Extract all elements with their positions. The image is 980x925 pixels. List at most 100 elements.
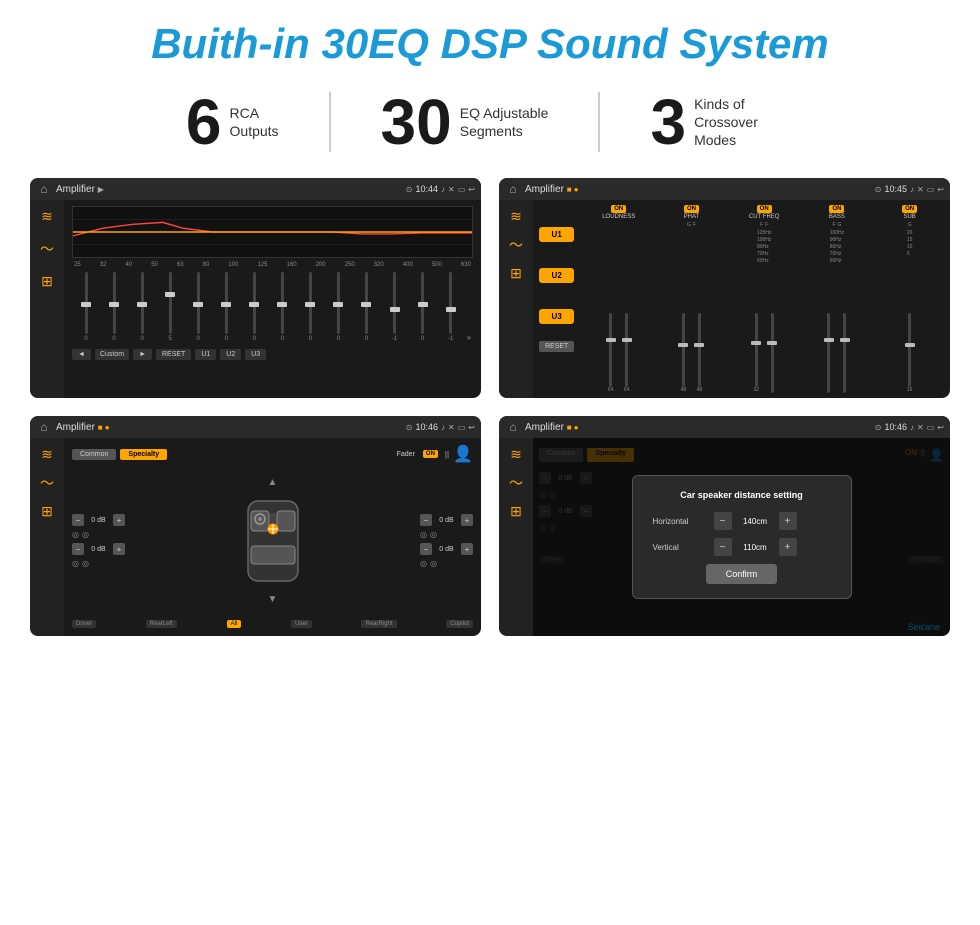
rr-plus[interactable]: + [461, 543, 473, 555]
wave-icon-2[interactable]: 〜 [509, 235, 523, 255]
copilot-btn[interactable]: Copilot [446, 620, 473, 628]
eq-slider-1[interactable]: 0 [74, 272, 98, 342]
eq-slider-5[interactable]: 0 [186, 272, 210, 342]
wave-icon[interactable]: 〜 [40, 239, 54, 259]
screen2-content: ≋ 〜 ⊞ U1 U2 U3 [499, 200, 950, 398]
back-icon-4[interactable]: ↩ [937, 423, 944, 432]
fl-minus[interactable]: − [72, 514, 84, 526]
cutfreq-on[interactable]: ON [757, 205, 772, 213]
freq-320: 320 [374, 262, 384, 268]
car-center: ▲ [131, 477, 414, 605]
home-icon[interactable]: ⌂ [36, 181, 52, 197]
wave-icon-4[interactable]: 〜 [509, 473, 523, 493]
vertical-minus[interactable]: − [714, 538, 732, 556]
screen-ux-amplifier: ⌂ Amplifier ■ ● ⊙ 10:45 ♪ ✕ ▭ ↩ ≋ 〜 [499, 178, 950, 398]
back-icon[interactable]: ↩ [468, 185, 475, 194]
back-icon-2[interactable]: ↩ [937, 185, 944, 194]
eq-slider-7[interactable]: 0 [242, 272, 266, 342]
reset-btn-2[interactable]: RESET [539, 341, 574, 352]
eq-slider-4[interactable]: 5 [158, 272, 182, 342]
eq-slider-9[interactable]: 0 [298, 272, 322, 342]
vertical-plus[interactable]: + [779, 538, 797, 556]
fr-plus[interactable]: + [461, 514, 473, 526]
rearright-btn[interactable]: RearRight [361, 620, 396, 628]
custom-label: Custom [95, 349, 129, 360]
loudness-slider-1[interactable]: 64 [605, 313, 617, 393]
loudness-slider-2[interactable]: 64 [621, 313, 633, 393]
u1-button[interactable]: U1 [195, 349, 216, 360]
eq-icon[interactable]: ≋ [41, 208, 53, 225]
rl-db-row: − 0 dB + [72, 543, 125, 555]
cutfreq-slider-1[interactable]: 32 [750, 313, 762, 393]
crossover-icon-3[interactable]: ⊞ [41, 503, 53, 520]
crossover-icon-2[interactable]: ⊞ [510, 265, 522, 282]
reset-button[interactable]: RESET [156, 349, 191, 360]
loudness-sliders: 64 64 [605, 222, 633, 393]
rl-minus[interactable]: − [72, 543, 84, 555]
driver-btn[interactable]: Driver [72, 620, 96, 628]
horizontal-plus[interactable]: + [779, 512, 797, 530]
sub-on[interactable]: ON [902, 205, 917, 213]
u1-btn[interactable]: U1 [539, 227, 574, 242]
confirm-button[interactable]: Confirm [706, 564, 778, 584]
stat-number-eq: 30 [381, 90, 452, 154]
crossover-icon[interactable]: ⊞ [41, 273, 53, 290]
eq-slider-13[interactable]: 0 [411, 272, 435, 342]
fr-minus[interactable]: − [420, 514, 432, 526]
eq-icon-4[interactable]: ≋ [510, 446, 522, 463]
home-icon-4[interactable]: ⌂ [505, 419, 521, 435]
fl-db-row: − 0 dB + [72, 514, 125, 526]
eq-slider-6[interactable]: 0 [214, 272, 238, 342]
cutfreq-slider-2[interactable] [766, 313, 778, 393]
fl-db-val: 0 dB [86, 517, 111, 524]
screen1-content: ≋ 〜 ⊞ [30, 200, 481, 398]
tab-specialty[interactable]: Specialty [120, 449, 167, 460]
prev-button[interactable]: ◄ [72, 349, 91, 360]
eq-slider-12[interactable]: -1 [383, 272, 407, 342]
eq-icon-3[interactable]: ≋ [41, 446, 53, 463]
eq-slider-14[interactable]: -1 [439, 272, 463, 342]
screen1-topbar: ⌂ Amplifier ▶ ⊙ 10:44 ♪ ✕ ▭ ↩ [30, 178, 481, 200]
eq-slider-11[interactable]: 0 [354, 272, 378, 342]
rearleft-btn[interactable]: RearLeft [146, 620, 177, 628]
scroll-right-arrow[interactable]: » [467, 333, 471, 342]
loudness-on[interactable]: ON [611, 205, 626, 213]
sub-slider-1[interactable]: 16 [904, 313, 916, 393]
phat-on[interactable]: ON [684, 205, 699, 213]
tab-common[interactable]: Common [72, 449, 116, 460]
eq-icon-2[interactable]: ≋ [510, 208, 522, 225]
stat-label-eq: EQ Adjustable Segments [460, 104, 549, 140]
home-icon-3[interactable]: ⌂ [36, 419, 52, 435]
eq-slider-2[interactable]: 0 [102, 272, 126, 342]
fr-db-val: 0 dB [434, 517, 459, 524]
u2-button[interactable]: U2 [220, 349, 241, 360]
volume-icon-2: ♪ [910, 185, 914, 194]
bass-on[interactable]: ON [829, 205, 844, 213]
user-btn[interactable]: User [291, 620, 312, 628]
sub-section: ON SUB G 2015105 16 [875, 205, 944, 393]
home-icon-2[interactable]: ⌂ [505, 181, 521, 197]
next-button[interactable]: ► [133, 349, 152, 360]
eq-slider-8[interactable]: 0 [270, 272, 294, 342]
rr-minus[interactable]: − [420, 543, 432, 555]
u2-btn[interactable]: U2 [539, 268, 574, 283]
bass-slider-2[interactable] [839, 313, 851, 393]
close-icon-3: ✕ [448, 423, 455, 432]
u3-button[interactable]: U3 [245, 349, 266, 360]
screen1-status-icons: ⊙ 10:44 ♪ ✕ ▭ ↩ [406, 184, 475, 194]
bass-slider-1[interactable] [823, 313, 835, 393]
screen2-main: U1 U2 U3 RESET ON [533, 200, 950, 398]
fl-plus[interactable]: + [113, 514, 125, 526]
crossover-icon-4[interactable]: ⊞ [510, 503, 522, 520]
eq-slider-3[interactable]: 0 [130, 272, 154, 342]
phat-label: PHAT [684, 214, 700, 220]
horizontal-minus[interactable]: − [714, 512, 732, 530]
eq-slider-10[interactable]: 0 [326, 272, 350, 342]
back-icon-3[interactable]: ↩ [468, 423, 475, 432]
u3-btn[interactable]: U3 [539, 309, 574, 324]
all-btn[interactable]: All [227, 620, 242, 628]
rl-plus[interactable]: + [113, 543, 125, 555]
phat-slider-2[interactable]: 48 [693, 313, 705, 393]
phat-slider-1[interactable]: 48 [677, 313, 689, 393]
wave-icon-3[interactable]: 〜 [40, 473, 54, 493]
